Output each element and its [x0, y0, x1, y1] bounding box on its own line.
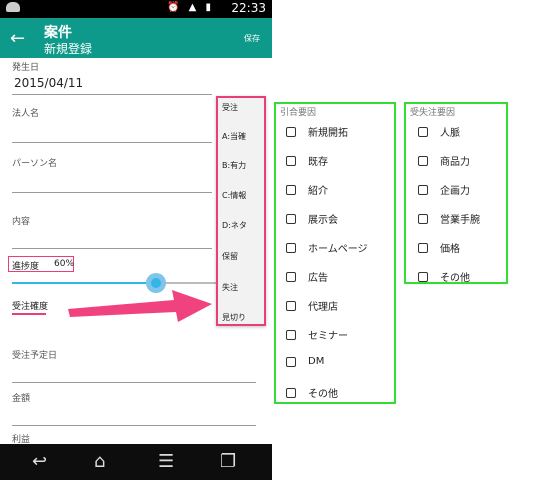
- checkbox-icon[interactable]: [286, 155, 296, 166]
- checkbox-icon[interactable]: [418, 155, 428, 166]
- back-arrow-icon[interactable]: ←: [10, 28, 25, 49]
- content-field[interactable]: [12, 248, 212, 249]
- android-icon: [6, 2, 20, 12]
- progress-value: 60%: [54, 259, 75, 269]
- pointer-arrow-icon: [68, 290, 212, 322]
- order-date-label: 受注予定日: [12, 351, 58, 361]
- checkbox-label: DM: [308, 356, 325, 367]
- inquiry-checkbox-item[interactable]: ホームページ: [286, 240, 368, 255]
- checkbox-icon[interactable]: [286, 213, 296, 224]
- checkbox-label: 企画力: [440, 186, 470, 197]
- inquiry-checkbox-item[interactable]: 代理店: [286, 298, 338, 313]
- checkbox-label: 商品力: [440, 157, 470, 168]
- divider: [12, 94, 212, 95]
- checkbox-icon[interactable]: [286, 242, 296, 253]
- app-bar: ← 案件 新規登録 保存: [0, 18, 272, 58]
- checkbox-label: その他: [308, 389, 338, 400]
- phone-screen: ⏰ ▲ ▮ 22:33 ← 案件 新規登録 保存 発生日 2015/04/11 …: [0, 0, 272, 480]
- app-title: 案件: [44, 25, 72, 41]
- inquiry-checkbox-item[interactable]: 展示会: [286, 211, 338, 226]
- checkbox-icon[interactable]: [286, 184, 296, 195]
- inquiry-checkbox-item[interactable]: 広告: [286, 269, 328, 284]
- occurrence-date-label: 発生日: [12, 63, 40, 73]
- checkbox-icon[interactable]: [286, 300, 296, 311]
- checkbox-icon[interactable]: [418, 271, 428, 282]
- inquiry-factor-title: 引合要因: [280, 108, 317, 118]
- dropdown-option[interactable]: C:情報: [222, 190, 246, 201]
- status-time: 22:33: [231, 1, 266, 15]
- back-icon[interactable]: ↩: [32, 451, 47, 472]
- dropdown-option[interactable]: 保留: [222, 251, 238, 262]
- checkbox-label: 広告: [308, 273, 328, 284]
- win-loss-checkbox-item[interactable]: 人脈: [418, 124, 460, 139]
- inquiry-checkbox-item[interactable]: 新規開拓: [286, 124, 348, 139]
- checkbox-icon[interactable]: [418, 126, 428, 137]
- occurrence-date-value[interactable]: 2015/04/11: [14, 76, 83, 90]
- checkbox-label: 展示会: [308, 215, 338, 226]
- checkbox-label: 紹介: [308, 186, 328, 197]
- checkbox-label: 既存: [308, 157, 328, 168]
- status-bar: ⏰ ▲ ▮ 22:33: [0, 0, 272, 18]
- win-loss-checkbox-item[interactable]: 価格: [418, 240, 460, 255]
- checkbox-icon[interactable]: [286, 271, 296, 282]
- checkbox-label: 人脈: [440, 128, 460, 139]
- dropdown-option[interactable]: A:当確: [222, 131, 246, 142]
- checkbox-icon[interactable]: [286, 126, 296, 137]
- checkbox-icon[interactable]: [418, 242, 428, 253]
- dropdown-option[interactable]: 見切り: [222, 312, 246, 323]
- person-name-label: パーソン名: [12, 159, 58, 169]
- inquiry-checkbox-item[interactable]: セミナー: [286, 327, 348, 342]
- win-loss-factor-panel: 受失注要因 人脈 商品力 企画力 営業手腕 価格 その他: [404, 102, 508, 284]
- progress-label: 進捗度: [12, 262, 40, 272]
- order-certainty-underline: [12, 313, 46, 315]
- win-loss-checkbox-item[interactable]: 商品力: [418, 153, 470, 168]
- win-loss-checkbox-item[interactable]: 営業手腕: [418, 211, 480, 226]
- dropdown-option[interactable]: B:有力: [222, 160, 246, 171]
- navigation-bar: ↩ ⌂ ☰ ❐: [0, 444, 272, 480]
- home-icon[interactable]: ⌂: [94, 451, 105, 472]
- win-loss-checkbox-item[interactable]: 企画力: [418, 182, 470, 197]
- recent-apps-icon[interactable]: ❐: [220, 451, 236, 472]
- save-button[interactable]: 保存: [244, 33, 260, 44]
- amount-label: 金額: [12, 394, 31, 404]
- status-dropdown: 受注 A:当確 B:有力 C:情報 D:ネタ 保留 失注 見切り: [216, 96, 266, 326]
- checkbox-icon[interactable]: [286, 387, 296, 398]
- checkbox-icon[interactable]: [286, 329, 296, 340]
- inquiry-checkbox-item[interactable]: 紹介: [286, 182, 328, 197]
- checkbox-label: 新規開拓: [308, 128, 348, 139]
- win-loss-factor-title: 受失注要因: [410, 108, 456, 118]
- dropdown-option[interactable]: 受注: [222, 102, 238, 113]
- checkbox-label: セミナー: [308, 331, 348, 342]
- inquiry-factor-panel: 引合要因 新規開拓 既存 紹介 展示会 ホームページ 広告 代理店 セミナー D…: [274, 102, 396, 404]
- corporate-name-label: 法人名: [12, 109, 40, 119]
- checkbox-label: 営業手腕: [440, 215, 480, 226]
- content-label: 内容: [12, 217, 31, 227]
- person-name-field[interactable]: [12, 192, 212, 193]
- order-certainty-label[interactable]: 受注確度: [12, 299, 48, 312]
- inquiry-checkbox-item[interactable]: その他: [286, 385, 338, 400]
- inquiry-checkbox-item[interactable]: DM: [286, 356, 324, 367]
- checkbox-label: ホームページ: [308, 244, 368, 255]
- checkbox-label: 代理店: [308, 302, 338, 313]
- checkbox-icon[interactable]: [418, 213, 428, 224]
- app-subtitle: 新規登録: [44, 42, 93, 56]
- corporate-name-field[interactable]: [12, 142, 212, 143]
- win-loss-checkbox-item[interactable]: その他: [418, 269, 470, 284]
- inquiry-checkbox-item[interactable]: 既存: [286, 153, 328, 168]
- checkbox-icon[interactable]: [286, 356, 296, 367]
- checkbox-icon[interactable]: [418, 184, 428, 195]
- dropdown-option[interactable]: D:ネタ: [222, 220, 247, 231]
- amount-field[interactable]: [12, 425, 256, 426]
- order-date-field[interactable]: [12, 382, 256, 383]
- dropdown-option[interactable]: 失注: [222, 282, 238, 293]
- checkbox-label: 価格: [440, 244, 460, 255]
- checkbox-label: その他: [440, 273, 470, 284]
- menu-icon[interactable]: ☰: [158, 451, 174, 472]
- status-icons: ⏰ ▲ ▮: [166, 2, 214, 13]
